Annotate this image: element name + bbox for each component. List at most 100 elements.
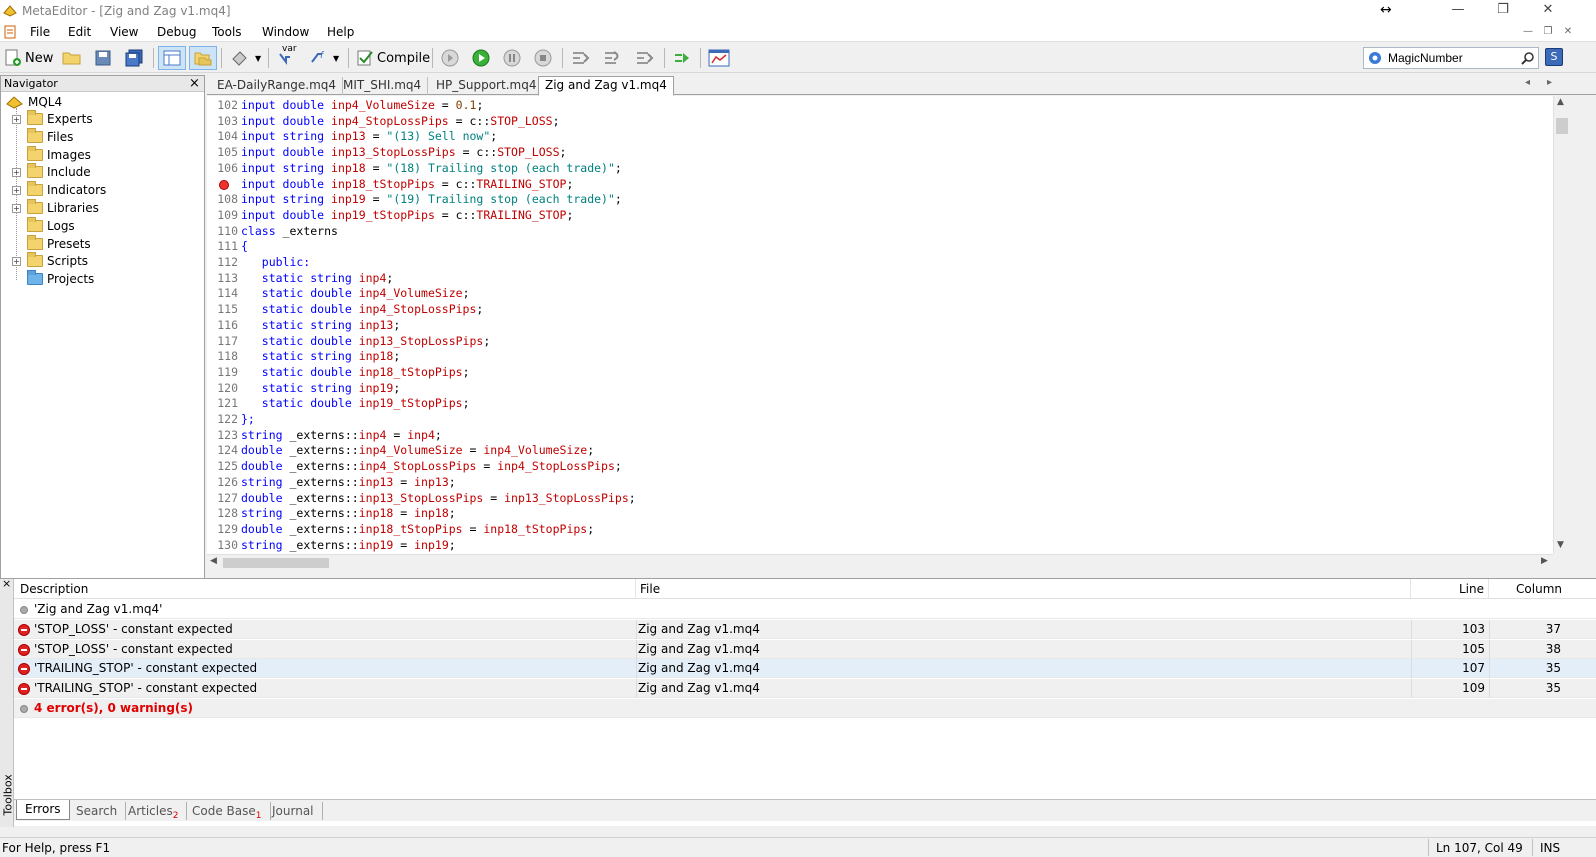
code-line[interactable]: 104 input string inp13 = "(13) Sell now";: [207, 129, 497, 145]
editor-vertical-scrollbar[interactable]: ▲ ▼: [1553, 96, 1569, 554]
code-line[interactable]: 114 static double inp4_VolumeSize;: [207, 286, 469, 302]
code-line[interactable]: 123 string _externs::inp4 = inp4;: [207, 428, 442, 444]
menu-debug[interactable]: Debug: [157, 25, 196, 39]
mdi-close-icon[interactable]: ✕: [1560, 26, 1576, 40]
nav-item-images[interactable]: Images: [12, 145, 91, 164]
expand-icon[interactable]: +: [12, 256, 21, 266]
errors-file-row[interactable]: 'Zig and Zag v1.mq4': [14, 600, 1596, 619]
vertical-scroll-thumb[interactable]: [1556, 118, 1568, 134]
step-into-button[interactable]: [568, 46, 594, 70]
open-button[interactable]: [60, 46, 84, 70]
code-line[interactable]: 116 static string inp13;: [207, 318, 400, 334]
column-description[interactable]: Description: [16, 579, 636, 599]
code-line[interactable]: 119 static double inp18_tStopPips;: [207, 365, 469, 381]
error-marker-icon[interactable]: [219, 179, 229, 190]
menu-edit[interactable]: Edit: [68, 25, 91, 39]
tab-scroll-right-icon[interactable]: ▸: [1547, 77, 1552, 88]
save-button[interactable]: [92, 46, 114, 70]
expand-icon[interactable]: +: [12, 114, 21, 124]
insert-function-button[interactable]: f ▼: [306, 46, 341, 70]
minimize-button[interactable]: —: [1435, 0, 1481, 22]
tab-mit-shi[interactable]: MIT_SHI.mq4: [337, 77, 429, 95]
stop-button[interactable]: [531, 46, 555, 70]
step-over-button[interactable]: [600, 46, 626, 70]
mdi-minimize-icon[interactable]: —: [1520, 26, 1536, 40]
search-options-icon[interactable]: S: [1545, 48, 1563, 66]
toggle-toolbox-button[interactable]: [189, 46, 217, 70]
gear-icon[interactable]: [1367, 50, 1383, 66]
error-row[interactable]: 'TRAILING_STOP' - constant expected Zig a…: [14, 679, 1596, 699]
tab-search[interactable]: Search: [68, 802, 127, 820]
tab-journal[interactable]: Journal: [264, 802, 323, 820]
code-line[interactable]: 112 public:: [207, 255, 310, 271]
restore-button[interactable]: ❐: [1480, 0, 1526, 22]
navigator-close-icon[interactable]: ×: [189, 76, 200, 91]
scroll-down-icon[interactable]: ▼: [1557, 540, 1564, 550]
expand-icon[interactable]: +: [12, 203, 21, 213]
column-file[interactable]: File: [636, 579, 1411, 599]
nav-item-scripts[interactable]: + Scripts: [12, 252, 88, 270]
code-line[interactable]: 130 string _externs::inp19 = inp19;: [207, 538, 455, 554]
tab-articles[interactable]: Articles2: [120, 802, 188, 821]
code-editor[interactable]: 102 input double inp4_VolumeSize = 0.1; 10…: [207, 96, 1553, 554]
errors-summary-row[interactable]: 4 error(s), 0 warning(s): [14, 699, 1596, 718]
code-line[interactable]: 103 input double inp4_StopLossPips = c::S…: [207, 114, 559, 130]
editor-horizontal-scrollbar[interactable]: ◀ ▶: [207, 554, 1553, 570]
nav-item-files[interactable]: Files: [12, 127, 73, 146]
code-line[interactable]: 113 static string inp4;: [207, 271, 393, 287]
expand-icon[interactable]: +: [12, 167, 21, 177]
tab-code-base[interactable]: Code Base1: [184, 802, 271, 821]
toggle-navigator-button[interactable]: [158, 46, 186, 70]
start-debug-button[interactable]: [469, 46, 493, 70]
search-input[interactable]: [1364, 48, 1504, 68]
compile-button[interactable]: Compile: [354, 46, 432, 70]
mdi-restore-icon[interactable]: ❐: [1540, 26, 1556, 40]
menu-view[interactable]: View: [110, 25, 138, 39]
code-line[interactable]: 125 double _externs::inp4_StopLossPips = …: [207, 459, 622, 475]
insert-variable-button[interactable]: var: [274, 44, 302, 70]
code-line[interactable]: 127 double _externs::inp13_StopLossPips =…: [207, 491, 635, 507]
code-line[interactable]: 129 double _externs::inp18_tStopPips = in…: [207, 522, 594, 538]
code-line[interactable]: 111{: [207, 239, 248, 255]
nav-root-mql4[interactable]: MQL4: [6, 93, 62, 111]
tab-hp-support[interactable]: HP_Support.mq4: [430, 77, 544, 95]
code-line[interactable]: 118 static string inp18;: [207, 349, 400, 365]
code-line[interactable]: 106 input string inp18 = "(18) Trailing s…: [207, 161, 622, 177]
menu-window[interactable]: Window: [262, 25, 309, 39]
scroll-up-icon[interactable]: ▲: [1557, 97, 1564, 107]
menu-file[interactable]: File: [30, 25, 50, 39]
code-line[interactable]: 124 double _externs::inp4_VolumeSize = in…: [207, 443, 594, 459]
new-button[interactable]: New: [2, 46, 55, 70]
code-line[interactable]: 126 string _externs::inp13 = inp13;: [207, 475, 455, 491]
run-to-cursor-button[interactable]: [670, 46, 694, 70]
code-line[interactable]: 109 input double inp19_tStopPips = c::TRA…: [207, 208, 573, 224]
code-line[interactable]: 128 string _externs::inp18 = inp18;: [207, 506, 455, 522]
code-line[interactable]: 102 input double inp4_VolumeSize = 0.1;: [207, 98, 483, 114]
code-line[interactable]: 117 static double inp13_StopLossPips;: [207, 334, 490, 350]
tab-ea-dailyrange[interactable]: EA-DailyRange.mq4: [211, 77, 344, 95]
code-line[interactable]: 115 static double inp4_StopLossPips;: [207, 302, 483, 318]
error-row[interactable]: 'STOP_LOSS' - constant expected Zig and Z…: [14, 620, 1596, 639]
nav-item-include[interactable]: + Include: [12, 163, 91, 181]
tab-zig-and-zag[interactable]: Zig and Zag v1.mq4: [538, 76, 674, 96]
nav-item-projects[interactable]: Projects: [12, 270, 94, 288]
nav-item-indicators[interactable]: + Indicators: [12, 181, 106, 199]
column-column[interactable]: Column: [1489, 579, 1566, 599]
close-button[interactable]: ✕: [1525, 0, 1571, 22]
nav-item-experts[interactable]: + Experts: [12, 110, 93, 128]
toolbox-close-icon[interactable]: ×: [2, 577, 11, 590]
code-line[interactable]: 121 static double inp19_tStopPips;: [207, 396, 469, 412]
nav-item-libraries[interactable]: + Libraries: [12, 199, 99, 217]
step-out-button[interactable]: [632, 46, 658, 70]
error-row[interactable]: 'STOP_LOSS' - constant expected Zig and Z…: [14, 639, 1596, 659]
code-line[interactable]: 110 class _externs: [207, 224, 338, 240]
code-line[interactable]: 107input double inp18_tStopPips = c::TRA…: [207, 177, 573, 193]
code-line[interactable]: 122};: [207, 412, 255, 428]
debug-history-button[interactable]: [438, 46, 462, 70]
scroll-right-icon[interactable]: ▶: [1541, 556, 1548, 566]
tab-errors[interactable]: Errors: [16, 800, 70, 820]
code-line[interactable]: 120 static string inp19;: [207, 381, 400, 397]
terminal-button[interactable]: [706, 46, 732, 70]
nav-item-presets[interactable]: Presets: [12, 234, 91, 253]
styler-button[interactable]: ▼: [228, 46, 263, 70]
